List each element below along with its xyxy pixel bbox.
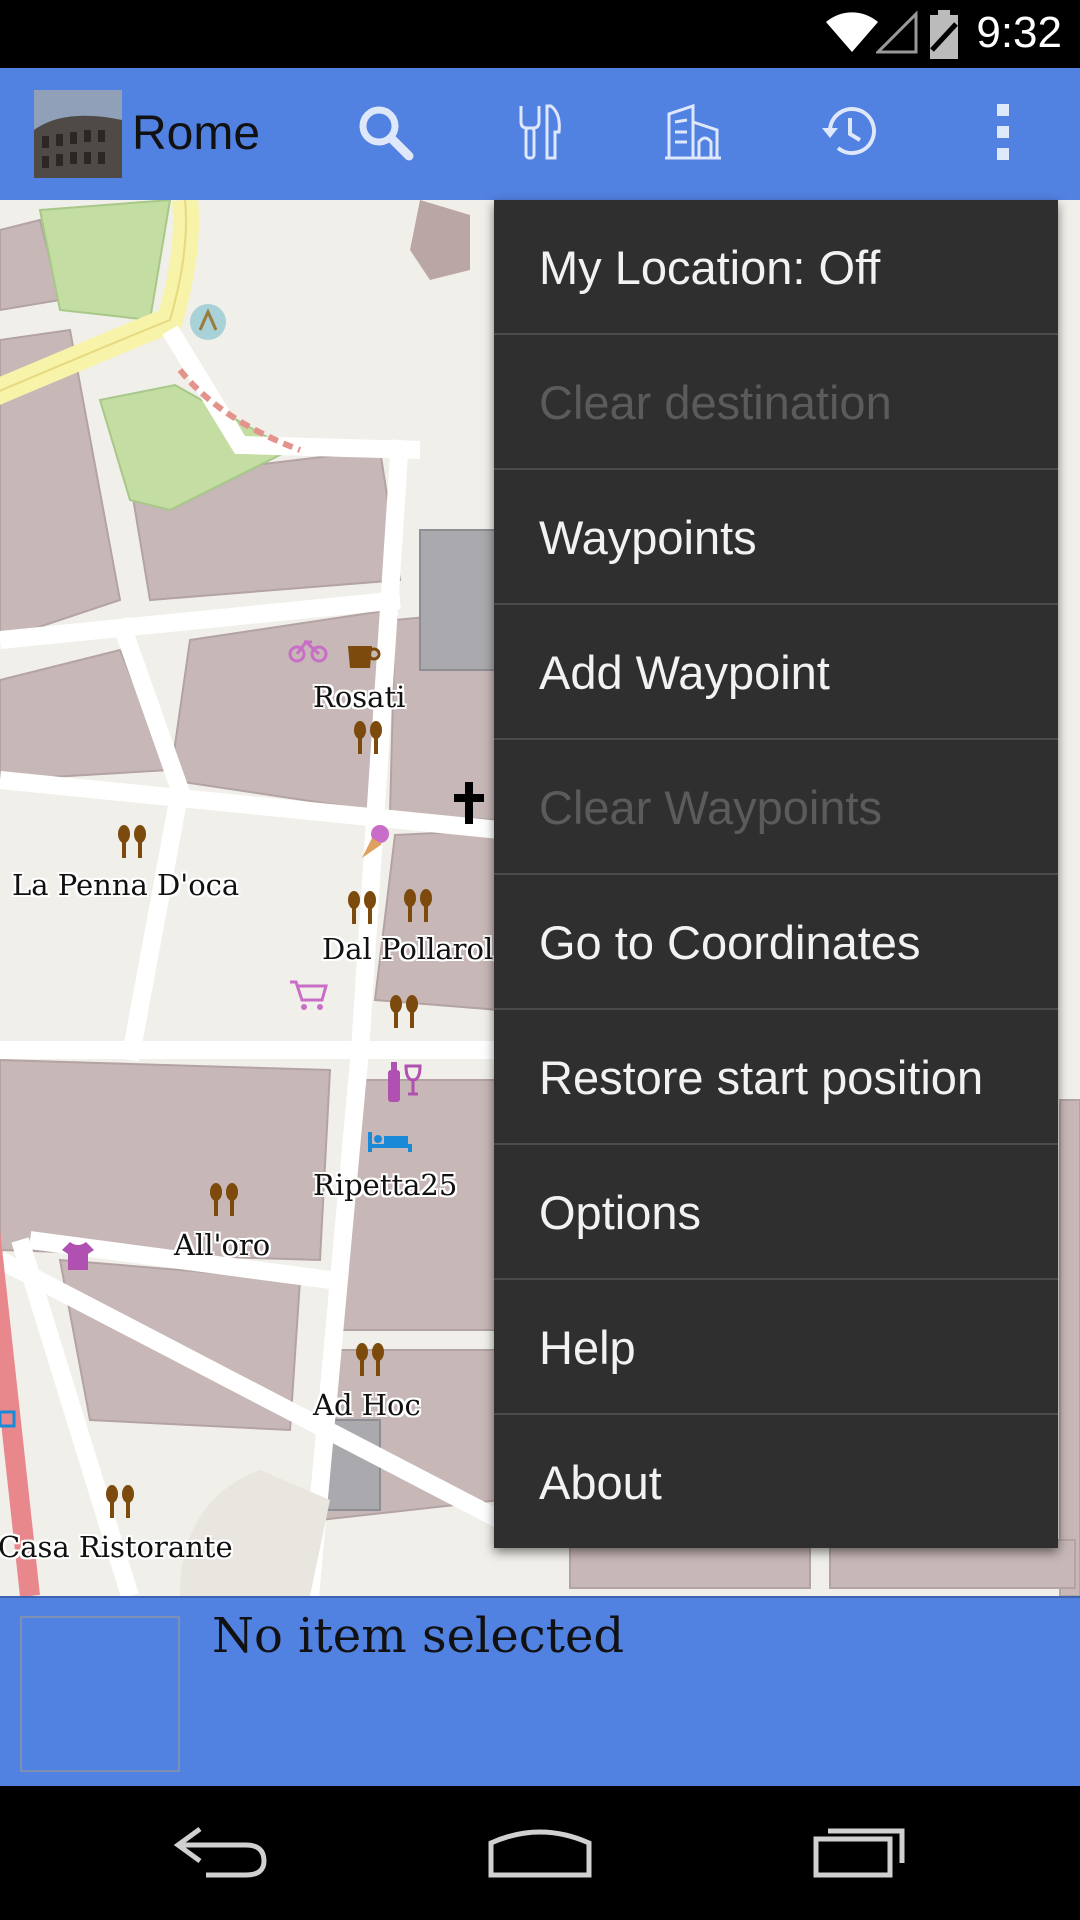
selection-thumbnail bbox=[20, 1616, 180, 1772]
building-icon bbox=[663, 102, 723, 166]
restaurant-poi-icon[interactable] bbox=[208, 1182, 240, 1222]
menu-item-my-location[interactable]: My Location: Off bbox=[494, 200, 1058, 335]
app-title: Rome bbox=[132, 107, 261, 160]
restaurant-poi-icon[interactable] bbox=[116, 824, 148, 864]
search-button[interactable] bbox=[330, 68, 440, 200]
restaurant-poi-icon[interactable] bbox=[354, 1342, 386, 1382]
poi-label[interactable]: Rosati bbox=[313, 680, 405, 714]
menu-item-label: My Location: Off bbox=[539, 241, 881, 294]
church-icon[interactable] bbox=[452, 780, 486, 830]
recents-icon bbox=[810, 1821, 910, 1885]
poi-label[interactable]: Dal Pollarol bbox=[322, 932, 493, 966]
menu-item-label: About bbox=[539, 1456, 662, 1509]
menu-item-clear-waypoints: Clear Waypoints bbox=[494, 740, 1058, 875]
selection-status-text: No item selected bbox=[212, 1608, 625, 1664]
wine-shop-icon[interactable] bbox=[384, 1060, 424, 1108]
back-icon bbox=[170, 1821, 270, 1885]
menu-item-waypoints[interactable]: Waypoints bbox=[494, 470, 1058, 605]
home-icon bbox=[485, 1821, 595, 1885]
restaurant-poi-icon[interactable] bbox=[104, 1484, 136, 1524]
poi-label[interactable]: Casa Ristorante bbox=[0, 1530, 233, 1564]
overflow-menu-button[interactable] bbox=[948, 68, 1058, 200]
clothes-shop-icon[interactable] bbox=[60, 1240, 96, 1276]
recents-button[interactable] bbox=[780, 1808, 940, 1898]
poi-label[interactable]: La Penna D'oca bbox=[12, 868, 239, 902]
restaurants-button[interactable] bbox=[485, 68, 595, 200]
menu-item-label: Options bbox=[539, 1186, 701, 1239]
city-thumbnail[interactable] bbox=[34, 90, 122, 178]
restaurant-poi-icon[interactable] bbox=[402, 888, 434, 928]
menu-item-restore-start-position[interactable]: Restore start position bbox=[494, 1010, 1058, 1145]
overflow-menu: My Location: Off Clear destination Waypo… bbox=[494, 200, 1058, 1548]
restaurant-poi-icon[interactable] bbox=[346, 890, 378, 930]
signal-icon bbox=[874, 10, 920, 58]
menu-item-add-waypoint[interactable]: Add Waypoint bbox=[494, 605, 1058, 740]
ice-cream-icon[interactable] bbox=[358, 822, 394, 866]
status-time: 9:32 bbox=[976, 8, 1062, 57]
menu-item-label: Go to Coordinates bbox=[539, 916, 921, 969]
bus-stop-icon[interactable] bbox=[0, 1410, 16, 1434]
poi-label[interactable]: Ripetta25 bbox=[313, 1168, 457, 1202]
shopping-cart-icon[interactable] bbox=[288, 978, 328, 1016]
poi-label[interactable]: All'oro bbox=[174, 1228, 270, 1262]
restaurant-poi-icon[interactable] bbox=[388, 994, 420, 1034]
battery-icon bbox=[928, 10, 960, 64]
wifi-icon bbox=[824, 10, 880, 58]
menu-item-label: Clear Waypoints bbox=[539, 781, 883, 834]
menu-item-label: Add Waypoint bbox=[539, 646, 830, 699]
history-icon bbox=[820, 102, 880, 166]
action-bar: Rome bbox=[0, 68, 1080, 200]
restaurant-icon bbox=[515, 102, 565, 166]
menu-item-about[interactable]: About bbox=[494, 1415, 1058, 1550]
system-nav-bar bbox=[0, 1786, 1080, 1920]
menu-item-options[interactable]: Options bbox=[494, 1145, 1058, 1280]
buildings-button[interactable] bbox=[638, 68, 748, 200]
menu-item-label: Waypoints bbox=[539, 511, 757, 564]
menu-item-clear-destination: Clear destination bbox=[494, 335, 1058, 470]
poi-label[interactable]: Ad Hoc bbox=[313, 1388, 421, 1422]
menu-item-go-to-coordinates[interactable]: Go to Coordinates bbox=[494, 875, 1058, 1010]
hotel-icon[interactable] bbox=[368, 1128, 412, 1158]
restaurant-poi-icon[interactable] bbox=[352, 720, 384, 760]
menu-item-label: Clear destination bbox=[539, 376, 892, 429]
back-button[interactable] bbox=[140, 1808, 300, 1898]
menu-item-help[interactable]: Help bbox=[494, 1280, 1058, 1415]
menu-item-label: Restore start position bbox=[539, 1051, 984, 1104]
search-icon bbox=[355, 102, 415, 166]
status-bar: 9:32 bbox=[0, 0, 1080, 68]
menu-item-label: Help bbox=[539, 1321, 636, 1374]
overflow-menu-icon bbox=[993, 102, 1013, 166]
history-button[interactable] bbox=[795, 68, 905, 200]
cafe-icon[interactable] bbox=[346, 642, 382, 676]
bicycle-icon[interactable] bbox=[288, 638, 328, 668]
selection-info-panel[interactable]: No item selected bbox=[0, 1596, 1080, 1786]
home-button[interactable] bbox=[460, 1808, 620, 1898]
